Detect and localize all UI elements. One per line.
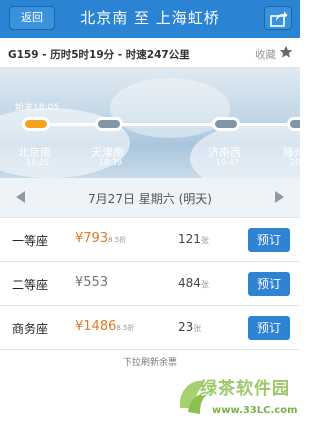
ticket-count: 484张 xyxy=(178,276,209,290)
seat-row-business-class: 商务座 ¥14868.5折 23张 预订 xyxy=(0,306,300,350)
station-node xyxy=(287,117,300,131)
watermark-url: www.33LC.com xyxy=(212,405,298,416)
seat-row-first-class: 一等座 ¥7938.5折 121张 预订 xyxy=(0,218,300,262)
train-info-bar: G159 - 历时5时19分 - 时速247公里 收藏 xyxy=(0,38,300,68)
seat-row-second-class: 二等座 ¥553 484张 预订 xyxy=(0,262,300,306)
top-bar: 返回 北京南 至 上海虹桥 xyxy=(0,0,300,38)
star-icon[interactable] xyxy=(279,45,293,59)
book-button[interactable]: 预订 xyxy=(248,272,290,296)
seat-class-name: 一等座 xyxy=(12,234,49,248)
seat-discount: 8.5折 xyxy=(116,324,135,332)
station-time: 18:05 xyxy=(26,158,50,167)
route-track xyxy=(30,123,300,126)
share-icon xyxy=(270,11,288,27)
route-panel[interactable]: 始发18:05 北京南 18:05 天津南 18:39 济南西 19:47 滕州… xyxy=(0,68,300,178)
ticket-count: 121张 xyxy=(178,232,209,246)
station-time: 19:47 xyxy=(216,158,240,167)
next-day-arrow-icon[interactable] xyxy=(275,191,284,203)
watermark-name: 绿茶软件园 xyxy=(200,379,290,399)
train-info-text: G159 - 历时5时19分 - 时速247公里 xyxy=(8,49,190,61)
favorite-label[interactable]: 收藏 xyxy=(255,47,276,62)
station-time: 18:39 xyxy=(99,158,123,167)
page-title: 北京南 至 上海虹桥 xyxy=(80,9,220,27)
seat-price: ¥14868.5折 xyxy=(75,319,135,334)
book-button[interactable]: 预订 xyxy=(248,316,290,340)
share-button[interactable] xyxy=(264,6,292,30)
seat-class-name: 商务座 xyxy=(12,322,49,336)
seat-class-name: 二等座 xyxy=(12,278,49,292)
seat-price: ¥553 xyxy=(75,275,109,290)
station-node xyxy=(212,117,240,131)
station-time: 20: xyxy=(290,158,300,167)
station-node-origin xyxy=(22,117,50,131)
depart-time-label: 始发18:05 xyxy=(15,103,59,113)
date-bar: 7月27日 星期六 (明天) xyxy=(0,178,300,218)
seat-discount: 8.5折 xyxy=(108,236,127,244)
pull-refresh-hint: 下拉刷新余票 xyxy=(122,358,177,368)
station-node xyxy=(95,117,123,131)
ticket-count: 23张 xyxy=(178,320,202,334)
date-label: 7月27日 星期六 (明天) xyxy=(88,192,212,206)
seat-price: ¥7938.5折 xyxy=(75,231,127,246)
book-button[interactable]: 预订 xyxy=(248,228,290,252)
